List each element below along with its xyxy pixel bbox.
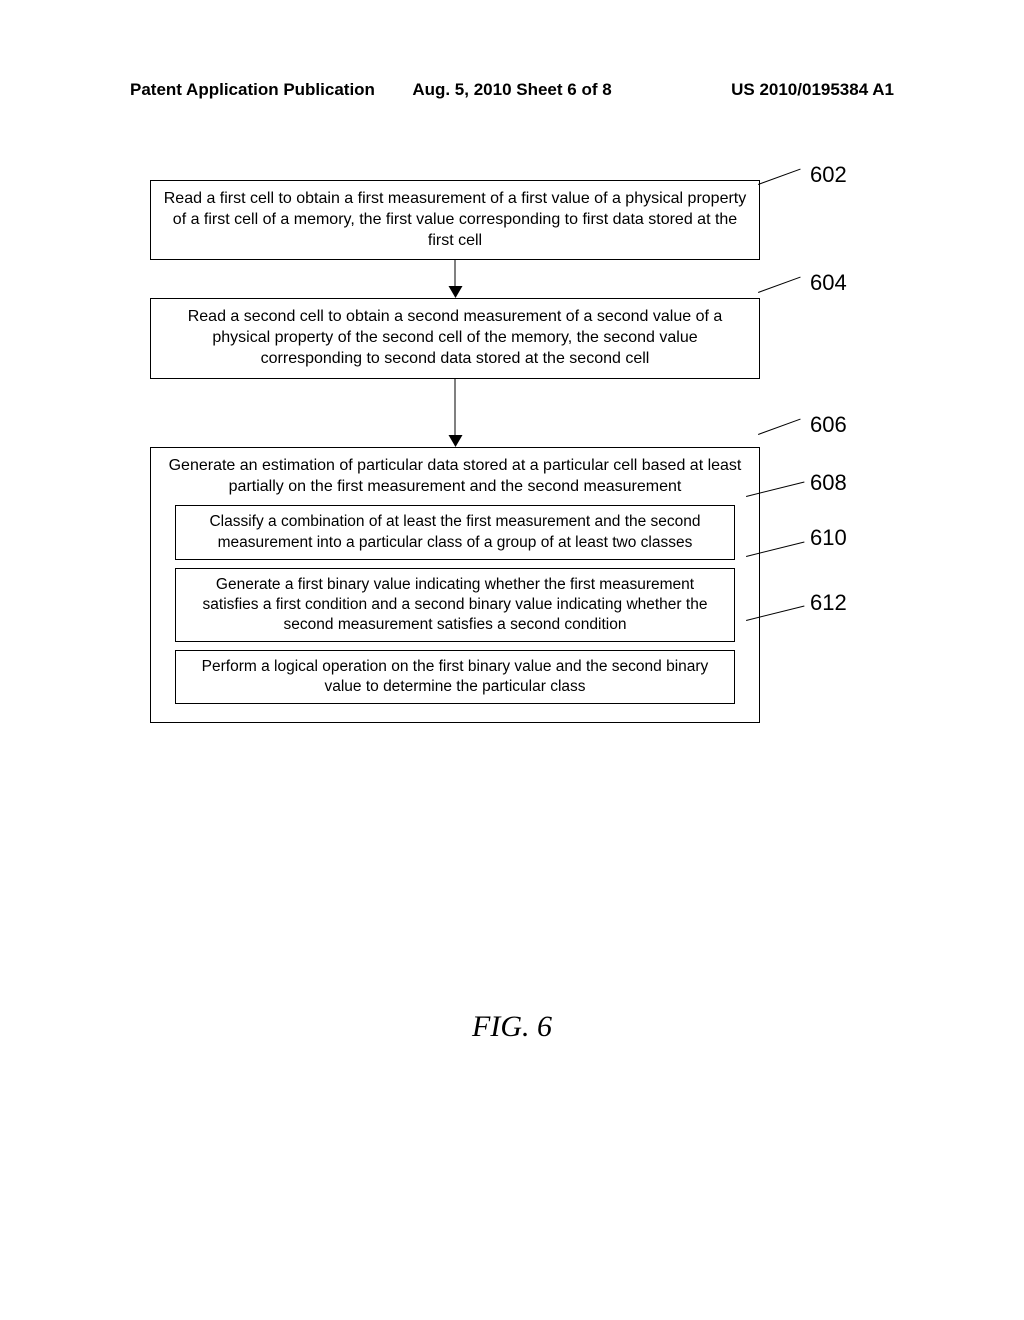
step-610: Generate a first binary value indicating… [175, 568, 735, 642]
label-604: 604 [810, 270, 847, 296]
callout-line-606 [758, 419, 801, 435]
label-602: 602 [810, 162, 847, 188]
step-608: Classify a combination of at least the f… [175, 505, 735, 559]
label-606: 606 [810, 412, 847, 438]
header-center: Aug. 5, 2010 Sheet 6 of 8 [412, 80, 611, 100]
flowchart: Read a first cell to obtain a first meas… [150, 180, 880, 723]
figure-caption: FIG. 6 [472, 1010, 552, 1044]
label-608: 608 [810, 470, 847, 496]
step-602: Read a first cell to obtain a first meas… [150, 180, 760, 260]
label-612: 612 [810, 590, 847, 616]
page-header: Patent Application Publication Aug. 5, 2… [0, 80, 1024, 100]
arrow-head-icon [448, 435, 462, 447]
arrow-head-icon [448, 286, 462, 298]
step-612: Perform a logical operation on the first… [175, 650, 735, 704]
arrow-line [455, 379, 456, 435]
header-left: Patent Application Publication [130, 80, 375, 100]
callout-line-602 [758, 169, 801, 185]
step-606-text: Generate an estimation of particular dat… [169, 457, 742, 495]
step-604-text: Read a second cell to obtain a second me… [188, 308, 723, 367]
step-608-text: Classify a combination of at least the f… [209, 513, 700, 550]
step-612-text: Perform a logical operation on the first… [202, 658, 709, 695]
callout-line-604 [758, 277, 801, 293]
arrow-604-606 [243, 379, 668, 447]
step-602-text: Read a first cell to obtain a first meas… [164, 190, 747, 249]
header-right: US 2010/0195384 A1 [731, 80, 894, 100]
arrow-line [455, 260, 456, 286]
step-606: Generate an estimation of particular dat… [150, 447, 760, 724]
step-610-text: Generate a first binary value indicating… [203, 576, 708, 633]
step-604: Read a second cell to obtain a second me… [150, 298, 760, 378]
arrow-602-604 [243, 260, 668, 298]
label-610: 610 [810, 525, 847, 551]
